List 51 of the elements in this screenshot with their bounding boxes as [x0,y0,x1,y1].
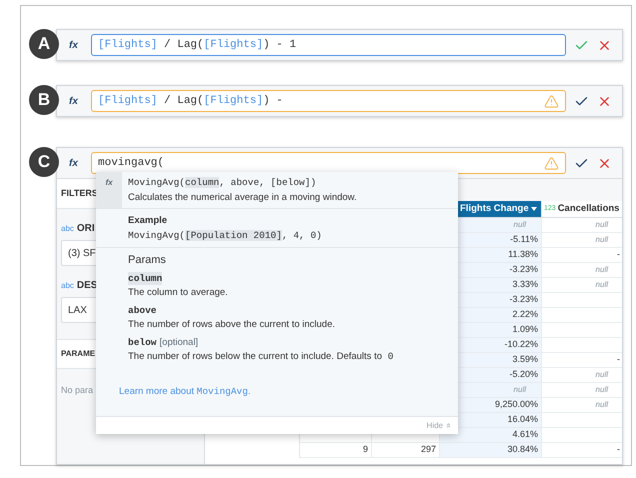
table-cell: 30.84% [440,443,542,458]
filter-label: DES [76,279,98,293]
step-label: B [29,85,59,115]
param-name: below [128,336,157,349]
table-cell: null [542,368,622,383]
formula-input[interactable]: [Flights] / Lag([Flights]) - 1 [91,34,566,56]
filter-label: ORI [76,222,95,236]
step-label: A [29,29,59,59]
table-cell: null [542,383,622,398]
table-cell: 4.61% [440,428,542,443]
params-heading: Params [128,254,167,267]
chevrons-up-icon [445,422,452,429]
example-heading: Example [128,214,168,227]
formula-input[interactable]: movingavg( [91,152,566,174]
function-summary: Calculates the numerical average in a moving window. [128,191,357,204]
function-signature: MovingAvg(column, above, [below]) [128,176,318,189]
fx-label: fx [69,156,79,170]
type-tag: abc [61,280,74,292]
warning-icon [544,94,559,108]
empty-message: No para [61,385,94,395]
example-code: MovingAvg([Population 2010], 4, 0) [128,229,323,242]
fx-label: fx [69,38,79,52]
column-title: Flights Change [460,202,529,216]
table-cell: null [542,218,622,233]
table-cell: - [542,443,622,458]
table-cell: - [542,353,622,368]
param-description: The number of rows above the current to include. [128,318,336,331]
warning-icon [544,156,559,170]
table-cell: 9 [300,443,372,458]
formula-input[interactable]: [Flights] / Lag([Flights]) - [91,90,566,112]
formula-text: [Flights] / Lag([Flights]) - 1 [98,38,296,53]
filters-heading: FILTERS [61,186,98,200]
formula-text: movingavg( [98,156,164,171]
formula-text: [Flights] / Lag([Flights]) - [98,94,283,109]
param-name: column [128,272,162,285]
fx-label: fx [69,94,79,108]
table-cell: null [542,233,622,248]
table-cell: null [542,263,622,278]
type-tag: abc [61,222,74,234]
column-title: Cancellations [558,202,620,216]
param-description: The number of rows below the current to include. Defaults to 0 [128,350,394,363]
table-cell: - [542,248,622,263]
caret-icon [531,207,537,211]
fx-label: fx [105,177,113,189]
table-cell: null [542,398,622,413]
step-label: C [29,147,59,177]
param-description: The column to average. [128,286,229,299]
param-note: [optional] [160,336,198,349]
parameters-heading: PARAME [61,348,96,360]
param-name: above [128,304,157,317]
table-cell: null [542,278,622,293]
